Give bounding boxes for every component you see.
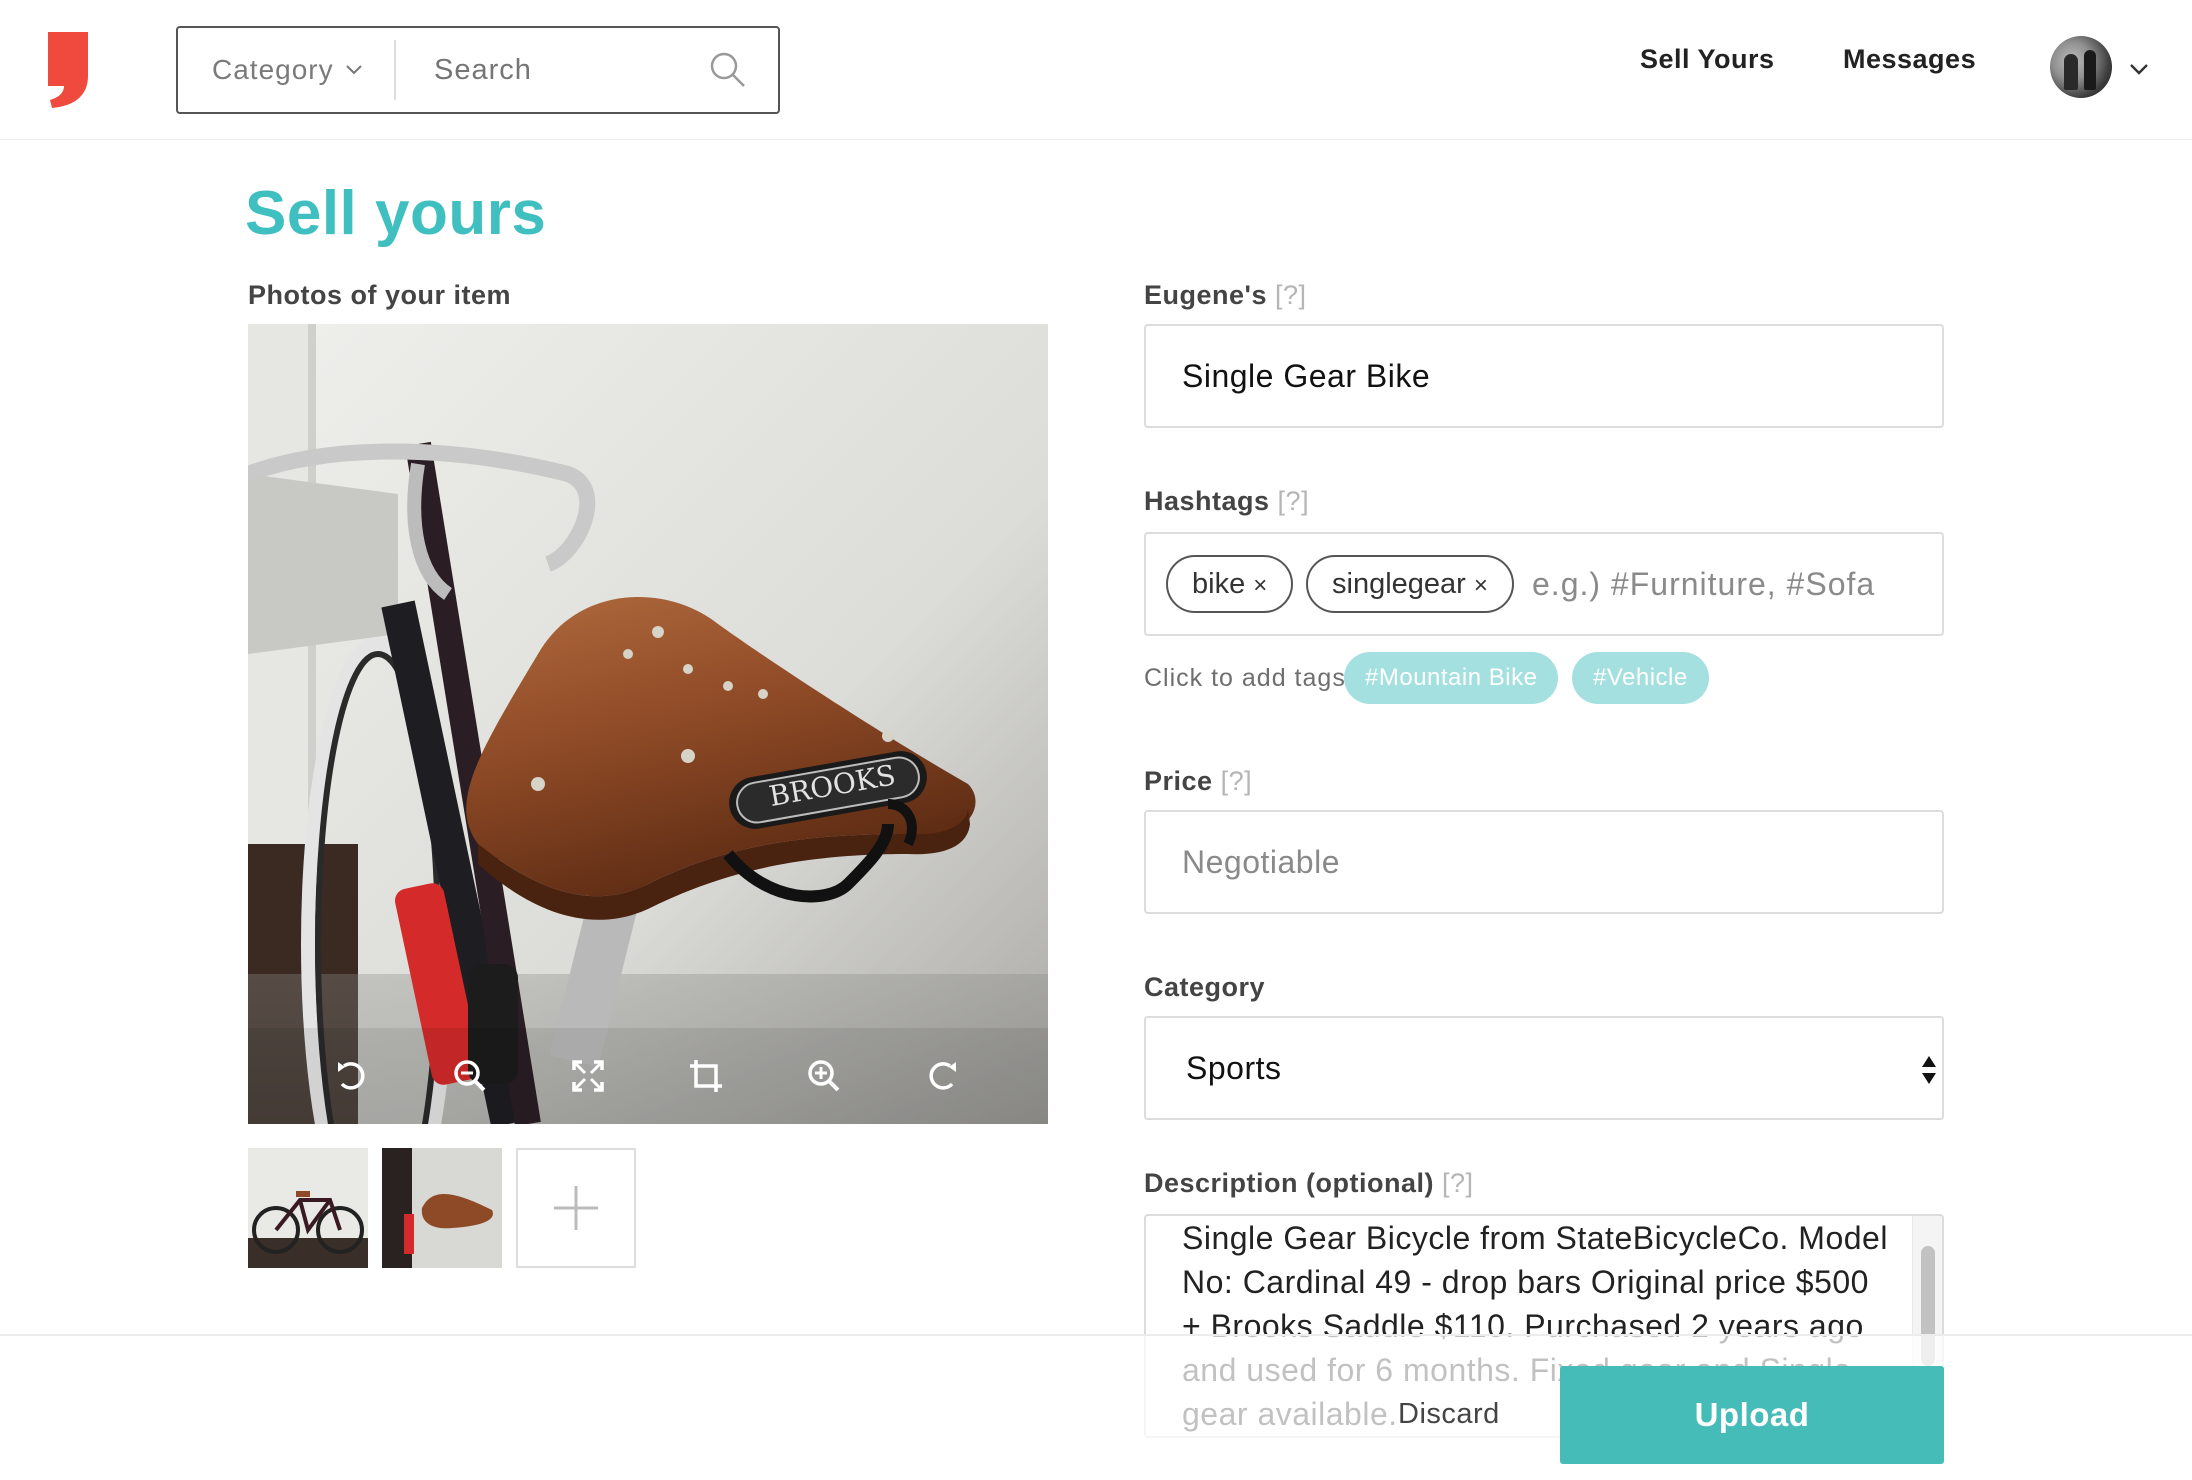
item-title-label-text: Eugene's — [1144, 280, 1267, 310]
help-link[interactable]: [?] — [1221, 766, 1253, 796]
photo-editor[interactable]: BROOKS — [248, 324, 1048, 1124]
chevron-down-icon — [346, 65, 362, 75]
price-input[interactable]: Negotiable — [1144, 810, 1944, 914]
help-link[interactable]: [?] — [1278, 486, 1310, 516]
upload-button[interactable]: Upload — [1560, 1366, 1944, 1464]
search-bar: Category — [176, 26, 780, 114]
photo-toolbar — [248, 1028, 1048, 1124]
price-placeholder: Negotiable — [1182, 844, 1340, 880]
tag-chip-label: bike — [1192, 568, 1246, 600]
item-title-label: Eugene's [?] — [1144, 280, 1307, 311]
price-label-text: Price — [1144, 766, 1213, 796]
zoom-out-icon[interactable] — [450, 1056, 490, 1096]
rotate-left-icon[interactable] — [332, 1056, 372, 1096]
photo-thumbnail[interactable] — [248, 1148, 368, 1268]
category-label: Category — [1144, 972, 1266, 1002]
crop-icon[interactable] — [686, 1056, 726, 1096]
remove-tag-icon[interactable]: × — [1253, 572, 1267, 599]
suggested-tags-label: Click to add tags — [1144, 664, 1346, 692]
search-input[interactable] — [434, 28, 704, 112]
category-filter-select[interactable]: Category — [212, 28, 334, 112]
category-selected-value: Sports — [1186, 1050, 1282, 1086]
tag-chip: singlegear × — [1306, 555, 1514, 613]
help-link[interactable]: [?] — [1275, 280, 1307, 310]
brand-logo[interactable] — [44, 30, 94, 110]
item-title-input[interactable]: Single Gear Bike — [1144, 324, 1944, 428]
suggested-tag-chip[interactable]: #Vehicle — [1572, 652, 1709, 704]
user-avatar[interactable] — [2050, 36, 2112, 98]
nav-messages-link[interactable]: Messages — [1843, 44, 1976, 75]
suggested-tag-chip[interactable]: #Mountain Bike — [1344, 652, 1559, 704]
bike-saddle-photo: BROOKS — [248, 324, 1048, 1124]
photos-label: Photos of your item — [248, 280, 512, 310]
fit-expand-icon[interactable] — [568, 1056, 608, 1096]
hashtags-input[interactable]: bike × singlegear × e.g.) #Furniture, #Sof… — [1144, 532, 1944, 636]
rotate-right-icon[interactable] — [922, 1056, 962, 1096]
hashtags-label-text: Hashtags — [1144, 486, 1270, 516]
page-title: Sell yours — [245, 179, 547, 248]
description-label: Description (optional) [?] — [1144, 1168, 1474, 1199]
top-header: Category Sell Yours Messages — [0, 0, 2192, 140]
tag-chip-label: singlegear — [1332, 568, 1466, 600]
select-arrows-icon — [1922, 1056, 1936, 1084]
description-label-text: Description (optional) — [1144, 1168, 1434, 1198]
search-icon[interactable] — [708, 50, 748, 90]
search-divider — [394, 40, 396, 100]
add-photo-button[interactable] — [516, 1148, 636, 1268]
discard-button[interactable]: Discard — [1398, 1398, 1500, 1431]
nav-sell-yours-link[interactable]: Sell Yours — [1640, 44, 1775, 75]
hashtags-label: Hashtags [?] — [1144, 486, 1309, 517]
hashtags-placeholder: e.g.) #Furniture, #Sofa — [1532, 566, 1876, 602]
zoom-in-icon[interactable] — [804, 1056, 844, 1096]
price-label: Price [?] — [1144, 766, 1252, 797]
help-link[interactable]: [?] — [1442, 1168, 1474, 1198]
category-select[interactable]: Sports — [1144, 1016, 1944, 1120]
remove-tag-icon[interactable]: × — [1474, 572, 1488, 599]
tag-chip: bike × — [1166, 555, 1294, 613]
plus-icon — [554, 1186, 598, 1230]
item-title-value: Single Gear Bike — [1182, 358, 1431, 394]
category-filter-label: Category — [212, 54, 334, 85]
photo-thumbnail[interactable] — [382, 1148, 502, 1268]
chevron-down-icon[interactable] — [2128, 58, 2150, 80]
